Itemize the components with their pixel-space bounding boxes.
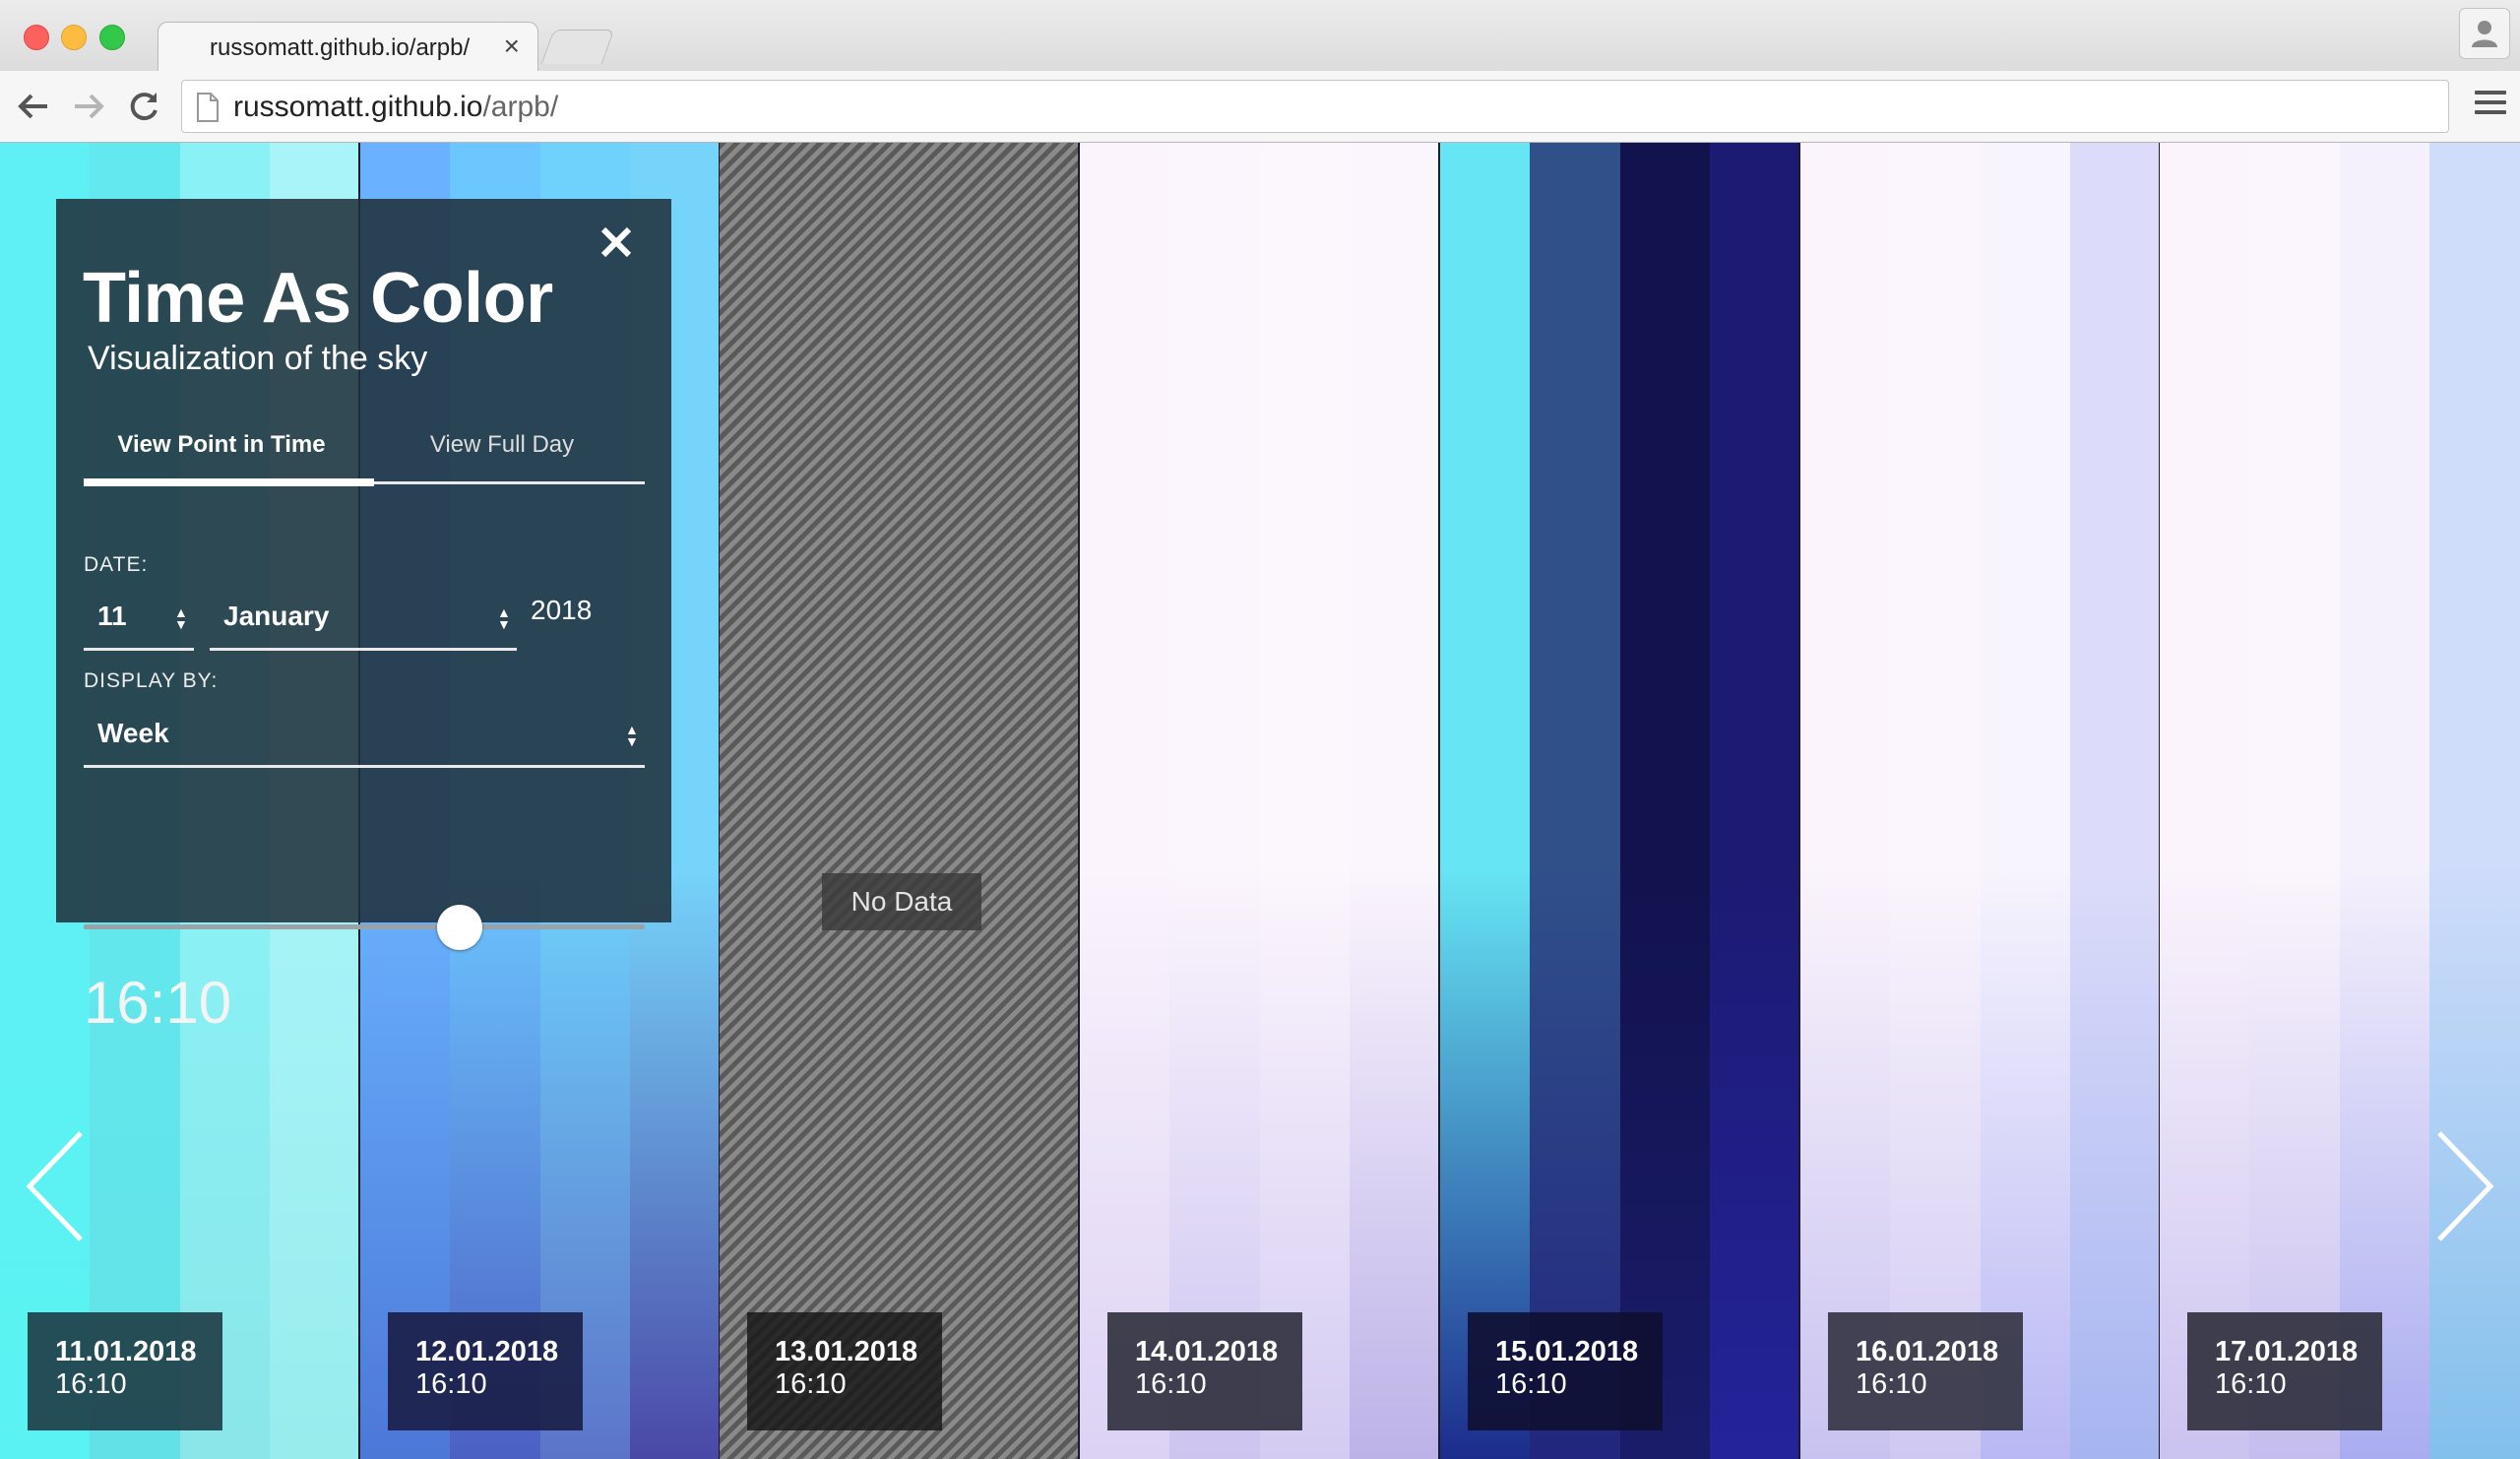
zoom-window-button[interactable]	[99, 25, 125, 50]
back-button[interactable]	[14, 87, 53, 126]
day-select-value: 11	[97, 601, 127, 631]
day-column	[1800, 143, 2161, 1459]
date-badge: 12.01.2018 16:10	[388, 1312, 583, 1430]
date-badge-date: 12.01.2018	[415, 1336, 559, 1367]
url-host: russomatt.github.io	[233, 91, 483, 123]
date-badge: 13.01.2018 16:10	[747, 1312, 942, 1430]
display-by-select[interactable]: Week ▲ ▼	[84, 708, 645, 768]
date-badge-time: 16:10	[775, 1368, 847, 1400]
month-select-value: January	[223, 601, 330, 631]
menu-icon[interactable]	[2475, 91, 2506, 120]
date-badge-date: 17.01.2018	[2215, 1336, 2359, 1367]
url-path: /arpb/	[482, 91, 559, 123]
forward-arrow-icon	[75, 94, 104, 119]
color-strip	[1800, 143, 1892, 1459]
minimize-window-button[interactable]	[61, 25, 87, 50]
color-strip	[2070, 143, 2161, 1459]
tab-view-point-in-time[interactable]: View Point in Time	[84, 423, 359, 480]
date-badge: 17.01.2018 16:10	[2187, 1312, 2382, 1430]
close-window-button[interactable]	[24, 25, 49, 50]
page-icon	[197, 93, 219, 122]
color-strip	[2249, 143, 2341, 1459]
url-text: russomatt.github.io/arpb/	[233, 91, 558, 124]
date-badge: 14.01.2018 16:10	[1107, 1312, 1302, 1430]
reload-button[interactable]	[124, 87, 163, 126]
reload-icon	[130, 93, 158, 121]
month-spinner-icon: ▲ ▼	[497, 604, 511, 632]
time-slider-track[interactable]	[84, 924, 645, 929]
color-strip	[1620, 143, 1712, 1459]
prev-arrow-icon[interactable]	[20, 1127, 89, 1245]
color-strip	[1350, 143, 1440, 1459]
color-strip	[1260, 143, 1352, 1459]
day-column	[1080, 143, 1440, 1459]
day-column	[1440, 143, 1800, 1459]
time-slider-thumb[interactable]	[436, 905, 482, 950]
date-badge-time: 16:10	[1135, 1368, 1207, 1400]
color-strip	[1080, 143, 1171, 1459]
display-by-spinner-icon: ▲ ▼	[625, 722, 639, 749]
date-badge-time: 16:10	[1495, 1368, 1567, 1400]
forward-button[interactable]	[69, 87, 108, 126]
color-strip	[1890, 143, 1982, 1459]
page-viewport: No Data 11.01.2018 16:10 12.01.2018 16:10 13…	[0, 143, 2520, 1459]
color-strip	[1530, 143, 1621, 1459]
browser-tab-title: russomatt.github.io/arpb/	[210, 34, 471, 61]
date-badge: 15.01.2018 16:10	[1468, 1312, 1663, 1430]
control-panel: Time As Color Visualization of the sky V…	[56, 199, 671, 1036]
date-badge-date: 16.01.2018	[1856, 1336, 1999, 1367]
profile-button[interactable]	[2459, 8, 2510, 59]
person-icon	[2472, 21, 2497, 47]
date-badge: 11.01.2018 16:10	[28, 1312, 222, 1430]
year-value[interactable]: 2018	[531, 595, 592, 626]
color-strip	[2160, 143, 2251, 1459]
date-badge-time: 16:10	[2215, 1368, 2287, 1400]
date-badge-time: 16:10	[415, 1368, 487, 1400]
date-badge-time: 16:10	[1856, 1368, 1927, 1400]
panel-title: Time As Color	[83, 259, 553, 338]
display-by-value: Week	[97, 718, 169, 748]
browser-tab[interactable]: russomatt.github.io/arpb/ ×	[158, 22, 538, 72]
date-badge-date: 14.01.2018	[1135, 1336, 1279, 1367]
day-column	[2160, 143, 2520, 1459]
time-readout: 16:10	[84, 970, 232, 1036]
day-column	[720, 143, 1080, 1459]
view-mode-tabs: View Point in Time View Full Day	[84, 423, 645, 486]
display-by-label: DISPLAY BY:	[84, 669, 219, 692]
close-tab-icon[interactable]: ×	[504, 31, 520, 62]
color-strip	[1710, 143, 1800, 1459]
date-badge-date: 11.01.2018	[55, 1336, 197, 1367]
address-bar[interactable]: russomatt.github.io/arpb/	[181, 80, 2449, 133]
browser-tab-bar: russomatt.github.io/arpb/ ×	[0, 0, 2520, 72]
date-badge-date: 13.01.2018	[775, 1336, 918, 1367]
day-select[interactable]: 11 ▲ ▼	[84, 591, 194, 651]
color-strip	[1169, 143, 1261, 1459]
day-spinner-icon: ▲ ▼	[174, 604, 188, 632]
back-arrow-icon	[18, 94, 47, 119]
panel-subtitle: Visualization of the sky	[88, 340, 428, 377]
active-tab-indicator	[84, 478, 374, 486]
date-label: DATE:	[84, 553, 149, 576]
tab-view-full-day[interactable]: View Full Day	[364, 423, 640, 480]
close-panel-icon[interactable]	[598, 224, 634, 260]
date-badge-date: 15.01.2018	[1495, 1336, 1639, 1367]
color-strip	[1981, 143, 2072, 1459]
color-strip	[1440, 143, 1532, 1459]
browser-toolbar: russomatt.github.io/arpb/	[0, 71, 2520, 143]
month-select[interactable]: January ▲ ▼	[210, 591, 517, 651]
color-strip	[2340, 143, 2431, 1459]
date-badge-time: 16:10	[55, 1368, 127, 1400]
no-data-label: No Data	[822, 873, 981, 930]
next-arrow-icon[interactable]	[2431, 1127, 2500, 1245]
color-strip	[2429, 143, 2520, 1459]
new-tab-button[interactable]	[540, 30, 615, 64]
date-badge: 16.01.2018 16:10	[1828, 1312, 2023, 1430]
